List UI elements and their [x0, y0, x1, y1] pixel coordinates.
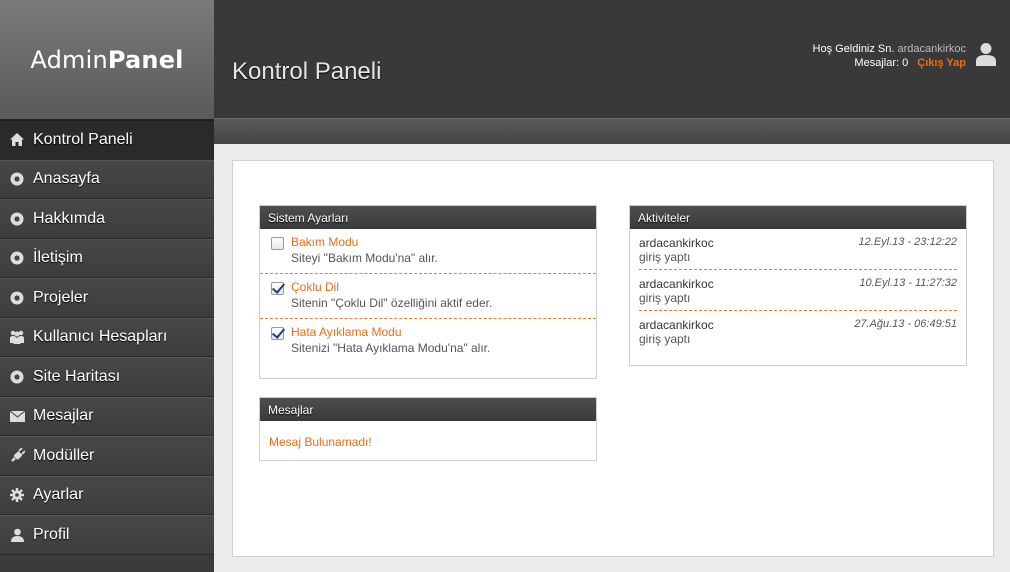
logo-text-bold: Panel [107, 45, 184, 74]
sidebar-item-iletisim[interactable]: İletişim [0, 238, 214, 278]
activity-action: giriş yaptı [639, 332, 691, 346]
sidebar-item-profil[interactable]: Profil [0, 515, 214, 555]
sidebar-item-label: Ayarlar [33, 486, 84, 504]
sidebar-nav: Kontrol Paneli Anasayfa Hakkımda İletişi… [0, 120, 214, 555]
setting-item-coklu-dil: Çoklu Dil Sitenin "Çoklu Dil" özelliğini… [260, 274, 596, 319]
user-icon [9, 527, 25, 543]
setting-title[interactable]: Bakım Modu [291, 234, 588, 250]
activity-time: 10.Eyl.13 - 11:27:32 [859, 277, 957, 289]
sidebar-item-anasayfa[interactable]: Anasayfa [0, 159, 214, 199]
circle-icon [9, 369, 25, 385]
welcome-text: Hoş Geldiniz Sn. [812, 43, 895, 55]
sidebar-item-kontrol-paneli[interactable]: Kontrol Paneli [0, 120, 214, 160]
sidebar-item-projeler[interactable]: Projeler [0, 278, 214, 318]
circle-icon [9, 211, 25, 227]
activity-action: giriş yaptı [639, 291, 691, 305]
username-link[interactable]: ardacankirkoc [898, 43, 966, 55]
no-messages-text: Mesaj Bulunamadı! [269, 435, 372, 449]
sidebar-item-label: Mesajlar [33, 407, 94, 425]
system-settings-title: Sistem Ayarları [260, 206, 596, 229]
sidebar-item-label: Anasayfa [33, 170, 100, 188]
activity-row: ardacankirkoc giriş yaptı 10.Eyl.13 - 11… [639, 270, 957, 311]
sidebar-item-label: Site Haritası [33, 367, 121, 385]
sidebar-item-kullanici-hesaplari[interactable]: Kullanıcı Hesapları [0, 317, 214, 357]
messages-title: Mesajlar [260, 398, 596, 421]
debug-mode-checkbox[interactable] [271, 327, 284, 340]
activity-title: Aktiviteler [630, 206, 966, 229]
activity-time: 27.Ağu.13 - 06:49:51 [854, 318, 957, 330]
plug-icon [9, 448, 25, 464]
sidebar-item-label: Kontrol Paneli [33, 130, 133, 148]
sidebar-item-label: Profil [33, 525, 70, 543]
setting-item-bakim-modu: Bakım Modu Siteyi "Bakım Modu'na" alır. [260, 229, 596, 274]
sidebar-item-label: Projeler [33, 288, 89, 306]
activity-row: ardacankirkoc giriş yaptı 12.Eyl.13 - 23… [639, 229, 957, 270]
setting-title[interactable]: Hata Ayıklama Modu [291, 324, 588, 340]
sidebar: AdminPanel Kontrol Paneli Anasayfa Hakkı… [0, 0, 214, 572]
activity-row: ardacankirkoc giriş yaptı 27.Ağu.13 - 06… [639, 311, 957, 352]
sidebar-item-label: Modüller [33, 446, 95, 464]
gear-icon [9, 487, 25, 503]
multi-language-checkbox[interactable] [271, 282, 284, 295]
messages-count[interactable]: Mesajlar: 0 [854, 57, 908, 69]
logo-area: AdminPanel [0, 0, 214, 120]
circle-icon [9, 250, 25, 266]
activity-action: giriş yaptı [639, 250, 691, 264]
messages-box: Mesajlar Mesaj Bulunamadı! [259, 397, 597, 461]
setting-desc: Siteyi "Bakım Modu'na" alır. [291, 251, 438, 265]
activity-box: Aktiviteler ardacankirkoc giriş yaptı 12… [629, 205, 967, 366]
sidebar-item-label: İletişim [33, 249, 83, 267]
sidebar-item-label: Kullanıcı Hesapları [33, 328, 168, 346]
user-info: Hoş Geldiniz Sn. ardacankirkoc Mesajlar:… [813, 42, 966, 70]
setting-title[interactable]: Çoklu Dil [291, 279, 588, 295]
home-icon [9, 132, 25, 148]
page-title: Kontrol Paneli [232, 58, 382, 85]
sidebar-item-site-haritasi[interactable]: Site Haritası [0, 357, 214, 397]
system-settings-box: Sistem Ayarları Bakım Modu Siteyi "Bakım… [259, 205, 597, 379]
app-logo[interactable]: AdminPanel [30, 46, 183, 74]
activity-time: 12.Eyl.13 - 23:12:22 [858, 236, 957, 248]
logout-link[interactable]: Çıkış Yap [917, 57, 966, 69]
sidebar-item-label: Hakkımda [33, 209, 106, 227]
sidebar-item-ayarlar[interactable]: Ayarlar [0, 475, 214, 515]
maintenance-mode-checkbox[interactable] [271, 237, 284, 250]
circle-icon [9, 290, 25, 306]
sidebar-item-moduller[interactable]: Modüller [0, 436, 214, 476]
setting-desc: Sitenin "Çoklu Dil" özelliğini aktif ede… [291, 296, 493, 310]
header-subbar [214, 118, 1010, 144]
sidebar-item-mesajlar[interactable]: Mesajlar [0, 396, 214, 436]
users-icon [9, 329, 25, 345]
user-avatar-icon[interactable] [976, 42, 996, 71]
setting-desc: Sitenizi "Hata Ayıklama Modu'na" alır. [291, 341, 491, 355]
top-header: Kontrol Paneli Hoş Geldiniz Sn. ardacank… [214, 0, 1010, 118]
circle-icon [9, 171, 25, 187]
setting-item-hata-ayiklama: Hata Ayıklama Modu Sitenizi "Hata Ayıkla… [260, 319, 596, 363]
envelope-icon [9, 408, 25, 424]
logo-text-light: Admin [30, 45, 108, 74]
sidebar-item-hakkimda[interactable]: Hakkımda [0, 199, 214, 239]
